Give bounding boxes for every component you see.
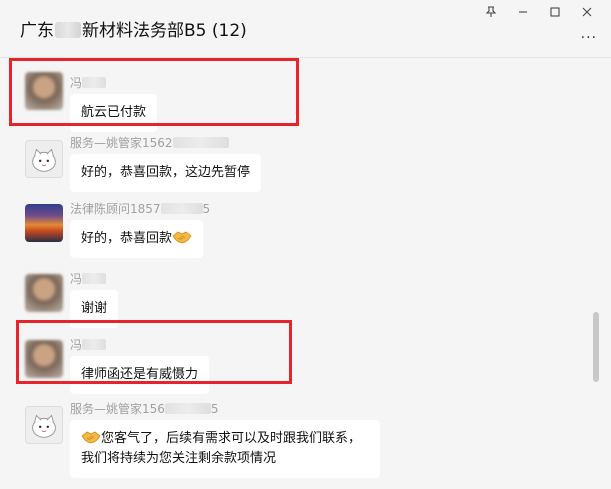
close-button[interactable] bbox=[571, 2, 603, 22]
handshake-icon bbox=[81, 431, 101, 444]
handshake-icon bbox=[172, 231, 192, 244]
avatar[interactable] bbox=[25, 72, 63, 110]
sender-name: 冯 bbox=[70, 336, 107, 353]
message-list[interactable]: 冯 航云已付款 服务—姚管家1562 好的，恭喜回款，这边先暂停 法律陈顾问18… bbox=[0, 58, 611, 489]
redacted-blur bbox=[55, 22, 81, 38]
message-bubble[interactable]: 好的，恭喜回款，这边先暂停 bbox=[70, 154, 262, 192]
message-bubble[interactable]: 律师函还是有威慑力 bbox=[70, 356, 210, 394]
maximize-button[interactable] bbox=[539, 2, 571, 22]
sender-name: 服务—姚管家156 5 bbox=[70, 402, 219, 416]
avatar[interactable] bbox=[25, 406, 63, 444]
redacted-blur bbox=[82, 273, 107, 284]
more-options-button[interactable]: ··· bbox=[581, 30, 597, 46]
avatar[interactable] bbox=[25, 340, 63, 378]
minimize-icon bbox=[519, 11, 527, 13]
chat-title-suffix: 新材料法务部B5 (12) bbox=[82, 21, 247, 41]
avatar[interactable] bbox=[25, 274, 63, 312]
window-controls bbox=[475, 2, 603, 22]
avatar[interactable] bbox=[25, 140, 63, 178]
sender-name: 冯 bbox=[70, 74, 107, 91]
pin-button[interactable] bbox=[475, 2, 507, 22]
minimize-button[interactable] bbox=[507, 2, 539, 22]
redacted-blur bbox=[164, 403, 211, 414]
message-bubble[interactable]: 您客气了，后续有需求可以及时跟我们联系，我们将持续为您关注剩余款项情况 bbox=[70, 420, 380, 478]
chat-title: 广东 新材料法务部B5 (12) bbox=[20, 16, 247, 41]
chat-window: 广东 新材料法务部B5 (12) ··· 冯 航云已付款 服务—姚管家1562 … bbox=[0, 0, 611, 489]
redacted-blur bbox=[172, 137, 229, 148]
sender-name: 法律陈顾问1857 5 bbox=[70, 202, 211, 216]
sender-name: 服务—姚管家1562 bbox=[70, 134, 229, 151]
sender-name: 冯 bbox=[70, 270, 107, 287]
redacted-blur bbox=[82, 77, 107, 88]
maximize-icon bbox=[550, 7, 560, 17]
chat-title-prefix: 广东 bbox=[20, 21, 54, 41]
message-bubble[interactable]: 谢谢 bbox=[70, 290, 119, 328]
message-bubble[interactable]: 航云已付款 bbox=[70, 94, 158, 132]
title-bar: 广东 新材料法务部B5 (12) ··· bbox=[0, 0, 611, 58]
cat-avatar-icon bbox=[32, 148, 56, 172]
redacted-blur bbox=[160, 203, 203, 214]
message-bubble[interactable]: 好的，恭喜回款 bbox=[70, 220, 204, 258]
pin-icon bbox=[485, 6, 497, 17]
cat-avatar-icon bbox=[32, 414, 56, 438]
scrollbar-thumb[interactable] bbox=[593, 312, 599, 382]
close-icon bbox=[582, 7, 592, 17]
avatar[interactable] bbox=[25, 204, 63, 242]
redacted-blur bbox=[82, 339, 107, 350]
